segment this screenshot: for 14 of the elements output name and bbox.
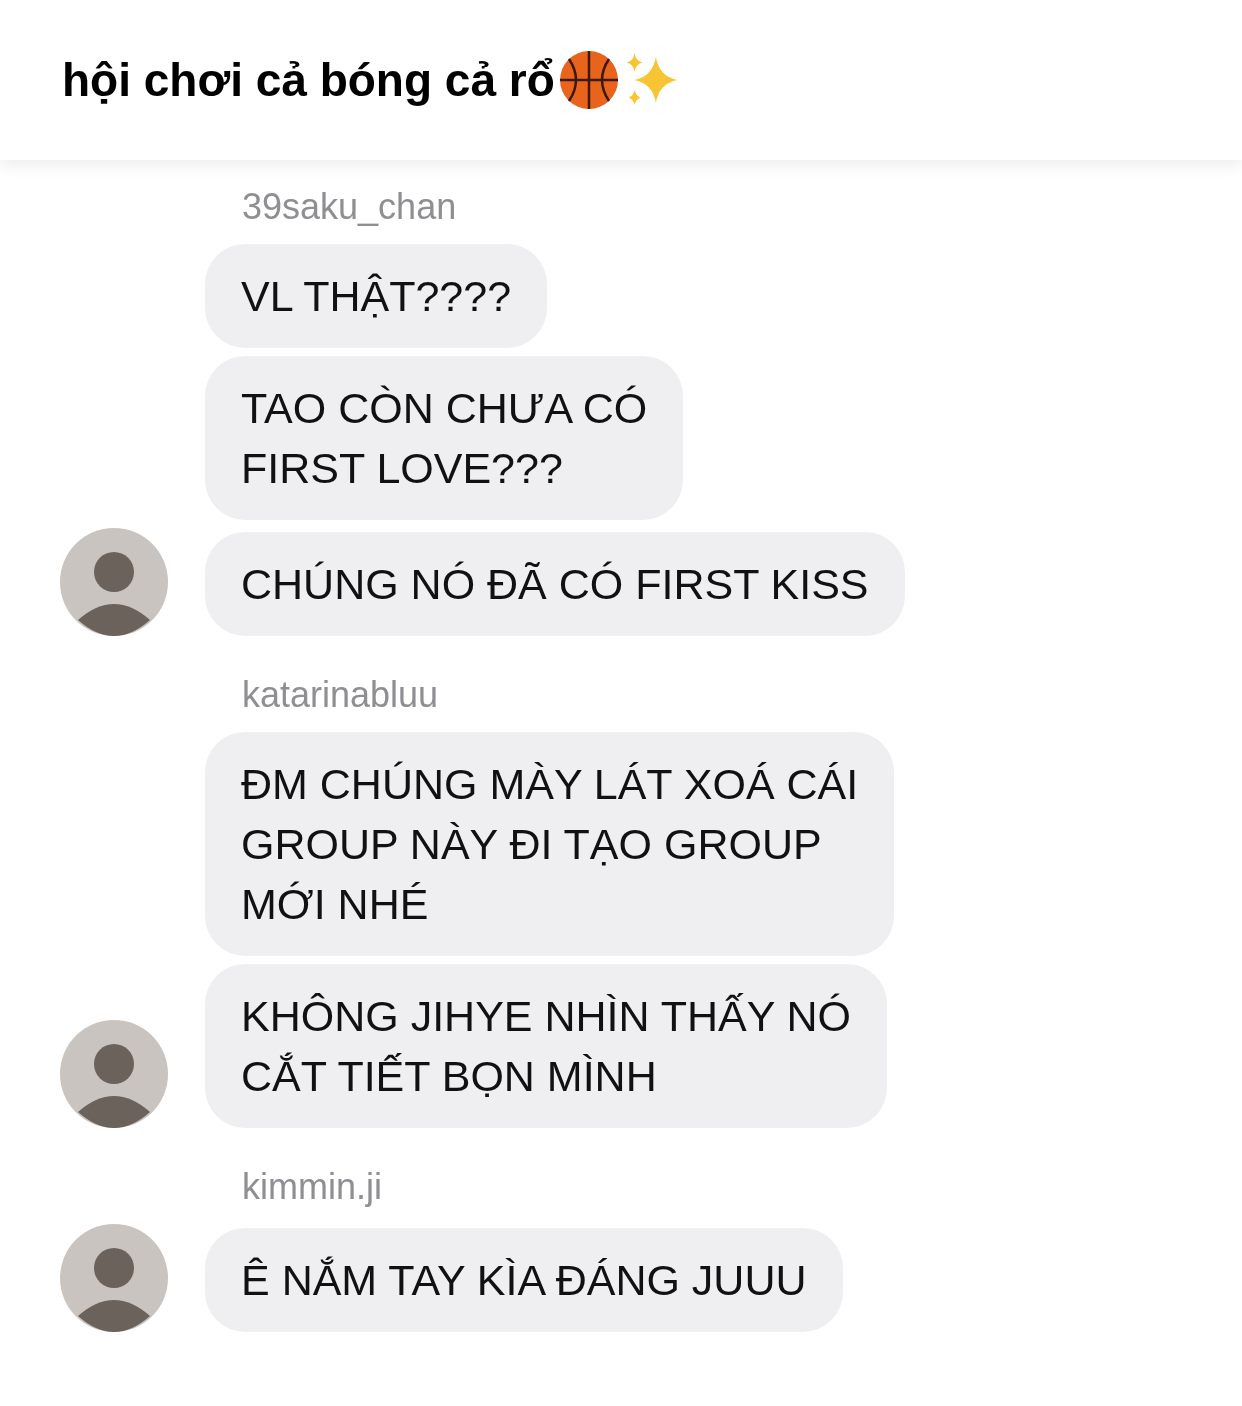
message-bubble: TAO CÒN CHƯA CÓ FIRST LOVE??? bbox=[205, 356, 684, 520]
message-bubble: VL THẬT???? bbox=[205, 244, 548, 348]
basketball-icon bbox=[558, 50, 619, 110]
sender-name: katarinabluu bbox=[242, 674, 440, 716]
message-bubble: CHÚNG NÓ ĐÃ CÓ FIRST KISS bbox=[205, 532, 905, 636]
avatar[interactable] bbox=[60, 528, 168, 636]
avatar[interactable] bbox=[60, 1224, 168, 1332]
avatar[interactable] bbox=[60, 1020, 168, 1128]
sender-name: 39saku_chan bbox=[242, 186, 458, 228]
message-bubble: KHÔNG JIHYE NHÌN THẤY NÓ CẮT TIẾT BỌN MÌNH bbox=[205, 964, 888, 1128]
message-bubble: Ê NẮM TAY KÌA ĐÁNG JUUU bbox=[205, 1228, 843, 1332]
sender-name: kimmin.ji bbox=[242, 1166, 383, 1208]
message-bubble: ĐM CHÚNG MÀY LÁT XOÁ CÁI GROUP NÀY ĐI TẠO GROUP MỚI NHÉ bbox=[205, 732, 895, 956]
chat-title: hội chơi cả bóng cả rổ bbox=[62, 53, 555, 107]
